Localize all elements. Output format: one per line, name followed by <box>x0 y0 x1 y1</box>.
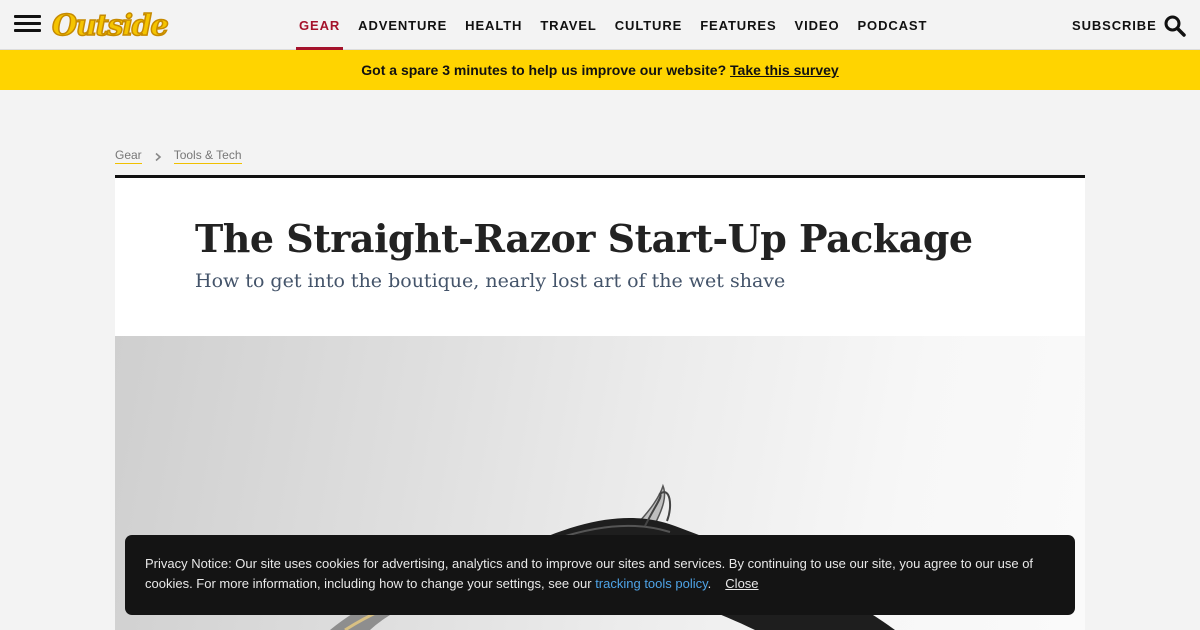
nav-item-gear[interactable]: GEAR <box>290 0 349 50</box>
nav-item-adventure[interactable]: ADVENTURE <box>349 0 456 50</box>
survey-text: Got a spare 3 minutes to help us improve… <box>361 62 727 78</box>
privacy-notice: Privacy Notice: Our site uses cookies fo… <box>125 535 1075 615</box>
site-header: Outside GEAR ADVENTURE HEALTH TRAVEL CUL… <box>0 0 1200 50</box>
subscribe-link[interactable]: SUBSCRIBE <box>1072 0 1157 52</box>
chevron-right-icon <box>153 151 163 162</box>
breadcrumb-tools-tech[interactable]: Tools & Tech <box>173 148 242 164</box>
survey-banner: Got a spare 3 minutes to help us improve… <box>0 50 1200 90</box>
main-nav: GEAR ADVENTURE HEALTH TRAVEL CULTURE FEA… <box>290 0 936 50</box>
nav-item-travel[interactable]: TRAVEL <box>531 0 605 50</box>
breadcrumb-gear[interactable]: Gear <box>115 148 142 164</box>
nav-item-podcast[interactable]: PODCAST <box>848 0 936 50</box>
tracking-tools-policy-link[interactable]: tracking tools policy <box>595 576 707 591</box>
nav-item-video[interactable]: VIDEO <box>786 0 849 50</box>
privacy-close-button[interactable]: Close <box>725 576 758 591</box>
nav-item-health[interactable]: HEALTH <box>456 0 531 50</box>
privacy-text-end: . <box>707 576 712 591</box>
article-subtitle: How to get into the boutique, nearly los… <box>195 270 786 292</box>
nav-item-culture[interactable]: CULTURE <box>606 0 691 50</box>
breadcrumb: Gear Tools & Tech <box>115 148 242 164</box>
site-logo[interactable]: Outside <box>51 6 169 44</box>
article-header-card: The Straight-Razor Start-Up Package How … <box>115 175 1085 336</box>
search-icon[interactable] <box>1164 15 1186 37</box>
hamburger-menu-icon[interactable] <box>14 15 41 35</box>
article-title: The Straight-Razor Start-Up Package <box>195 216 973 261</box>
nav-item-features[interactable]: FEATURES <box>691 0 785 50</box>
survey-link[interactable]: Take this survey <box>730 62 839 78</box>
privacy-text: Privacy Notice: Our site uses cookies fo… <box>145 556 1034 591</box>
